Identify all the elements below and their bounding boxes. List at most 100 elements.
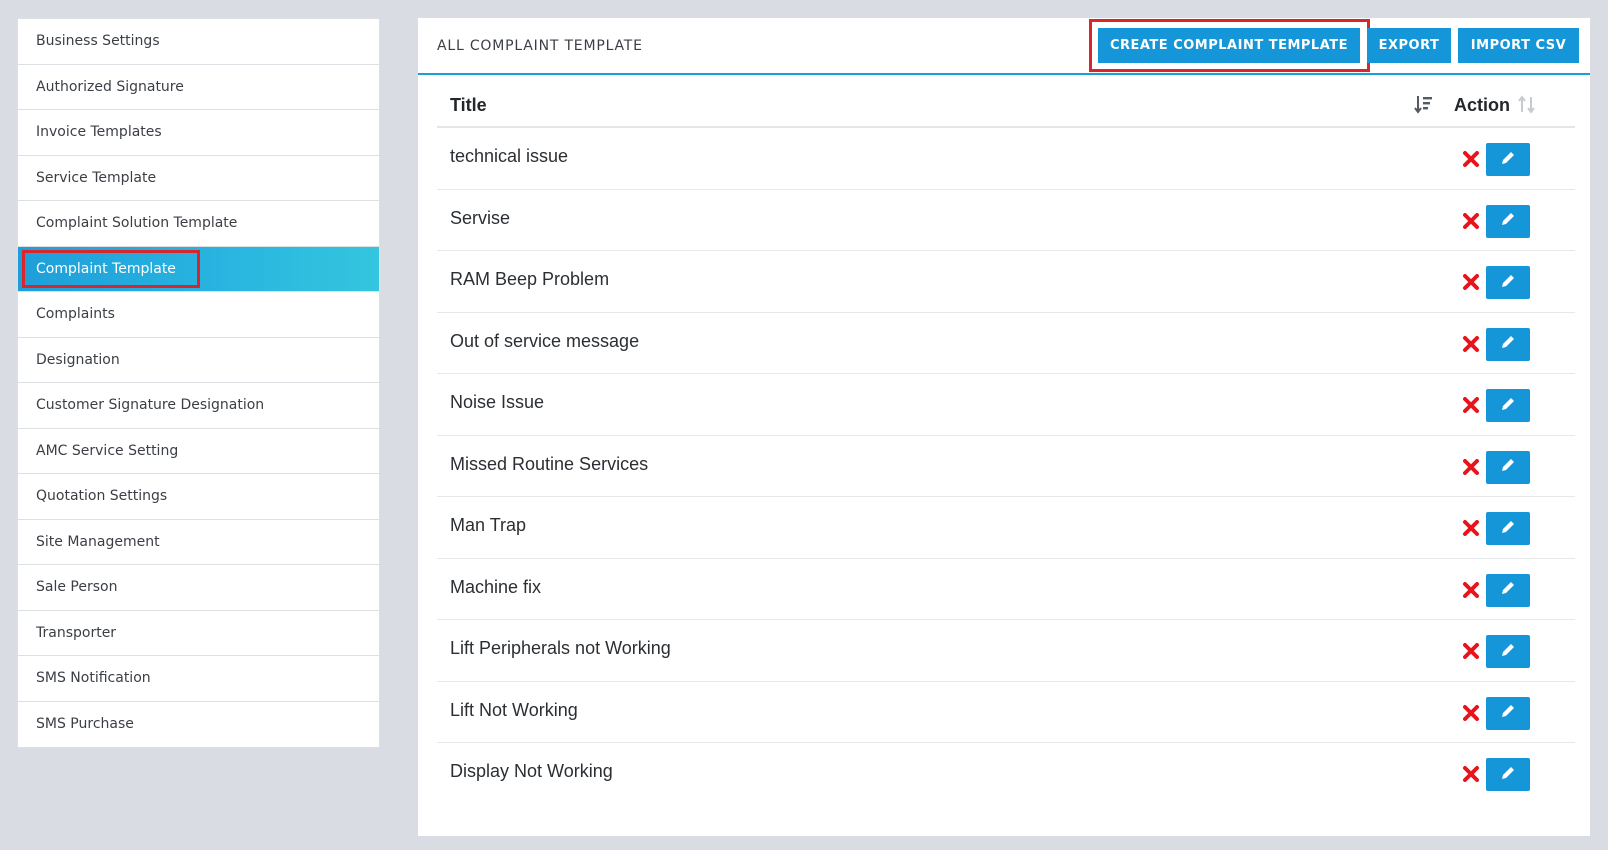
row-title: RAM Beep Problem — [450, 269, 610, 289]
delete-x-icon[interactable] — [1462, 704, 1480, 722]
row-title: Noise Issue — [450, 392, 545, 412]
sidebar-item-customer-signature-designation[interactable]: Customer Signature Designation — [18, 383, 379, 429]
row-title: Servise — [450, 207, 511, 228]
sidebar-item-transporter[interactable]: Transporter — [18, 610, 379, 656]
sidebar-item-label: Quotation Settings — [36, 488, 168, 505]
delete-x-icon[interactable] — [1462, 396, 1480, 414]
edit-button[interactable] — [1486, 327, 1530, 361]
pencil-icon — [1500, 211, 1516, 231]
pencil-icon — [1500, 150, 1516, 170]
table-row: Servise — [437, 190, 1575, 251]
delete-x-icon[interactable] — [1462, 458, 1480, 476]
panel-header: ALL COMPLAINT TEMPLATE CREATE COMPLAINT … — [418, 18, 1590, 75]
sort-icon[interactable] — [1517, 94, 1537, 116]
sidebar-item-label: Customer Signature Designation — [36, 397, 265, 414]
complaint-template-table: Title Action technical issue Servise RAM… — [437, 82, 1575, 805]
sidebar-item-quotation-settings[interactable]: Quotation Settings — [18, 474, 379, 520]
row-title: Out of service message — [450, 330, 640, 351]
edit-button[interactable] — [1486, 696, 1530, 730]
column-header-action[interactable]: Action — [1454, 95, 1510, 116]
row-title: Machine fix — [450, 576, 542, 597]
edit-button[interactable] — [1486, 143, 1530, 176]
sidebar-item-label: Complaints — [36, 306, 115, 323]
sidebar-item-label: Authorized Signature — [36, 78, 184, 95]
sidebar-item-label: AMC Service Setting — [36, 442, 179, 459]
delete-x-icon[interactable] — [1462, 150, 1480, 168]
row-title: Lift Not Working — [450, 699, 578, 720]
sidebar-item-label: Business Settings — [36, 33, 160, 50]
sidebar-item-complaints[interactable]: Complaints — [18, 292, 379, 338]
sidebar-item-complaint-solution-template[interactable]: Complaint Solution Template — [18, 201, 379, 247]
create-complaint-template-button[interactable]: CREATE COMPLAINT TEMPLATE — [1098, 28, 1360, 63]
sidebar-item-label: Designation — [36, 351, 120, 368]
pencil-icon — [1500, 642, 1516, 662]
sidebar-item-site-management[interactable]: Site Management — [18, 519, 379, 565]
table-row: Display Not Working — [437, 743, 1575, 805]
table-row: Lift Peripherals not Working — [437, 620, 1575, 682]
sidebar-item-label: Transporter — [36, 624, 117, 641]
sidebar-item-label: Invoice Templates — [36, 124, 162, 141]
settings-sidebar: Business Settings Authorized Signature I… — [17, 18, 380, 748]
table-row: Missed Routine Services — [437, 436, 1575, 497]
table-row: Noise Issue — [437, 374, 1575, 436]
edit-button[interactable] — [1486, 389, 1530, 422]
table-row: technical issue — [437, 128, 1575, 190]
table-row: Man Trap — [437, 497, 1575, 559]
edit-button[interactable] — [1486, 512, 1530, 545]
pencil-icon — [1500, 765, 1516, 785]
pencil-icon — [1500, 334, 1516, 354]
table-row: RAM Beep Problem — [437, 251, 1575, 313]
sidebar-item-designation[interactable]: Designation — [18, 337, 379, 383]
pencil-icon — [1500, 273, 1516, 293]
sidebar-item-invoice-templates[interactable]: Invoice Templates — [18, 110, 379, 156]
delete-x-icon[interactable] — [1462, 765, 1480, 783]
sidebar-item-label: Service Template — [36, 169, 157, 186]
row-title: Lift Peripherals not Working — [450, 638, 671, 658]
pencil-icon — [1500, 457, 1516, 477]
edit-button[interactable] — [1486, 635, 1530, 668]
sidebar-item-label: SMS Notification — [36, 670, 151, 687]
sidebar-item-label: Site Management — [36, 533, 160, 550]
pencil-icon — [1500, 703, 1516, 723]
table-header: Title Action — [437, 82, 1575, 128]
edit-button[interactable] — [1486, 266, 1530, 299]
edit-button[interactable] — [1486, 573, 1530, 607]
delete-x-icon[interactable] — [1462, 642, 1480, 660]
sidebar-item-sms-purchase[interactable]: SMS Purchase — [18, 701, 379, 747]
row-title: Display Not Working — [450, 761, 613, 781]
sort-desc-icon[interactable] — [1414, 94, 1434, 116]
delete-x-icon[interactable] — [1462, 335, 1480, 353]
edit-button[interactable] — [1486, 204, 1530, 238]
sidebar-item-label: Complaint Template — [36, 260, 176, 277]
delete-x-icon[interactable] — [1462, 519, 1480, 537]
pencil-icon — [1500, 519, 1516, 539]
sidebar-item-sms-notification[interactable]: SMS Notification — [18, 656, 379, 702]
sidebar-item-business-settings[interactable]: Business Settings — [18, 19, 379, 65]
row-title: Missed Routine Services — [450, 453, 649, 474]
edit-button[interactable] — [1486, 758, 1530, 791]
sidebar-item-sale-person[interactable]: Sale Person — [18, 565, 379, 611]
export-button[interactable]: EXPORT — [1367, 28, 1451, 63]
sidebar-item-authorized-signature[interactable]: Authorized Signature — [18, 64, 379, 110]
sidebar-item-label: SMS Purchase — [36, 716, 134, 733]
table-row: Machine fix — [437, 559, 1575, 620]
pencil-icon — [1500, 580, 1516, 600]
row-title: Man Trap — [450, 515, 527, 535]
delete-x-icon[interactable] — [1462, 212, 1480, 230]
table-row: Out of service message — [437, 313, 1575, 374]
table-row: Lift Not Working — [437, 682, 1575, 743]
sidebar-item-service-template[interactable]: Service Template — [18, 155, 379, 201]
sidebar-item-label: Complaint Solution Template — [36, 215, 238, 232]
pencil-icon — [1500, 396, 1516, 416]
sidebar-item-complaint-template[interactable]: Complaint Template — [18, 246, 379, 292]
complaint-template-panel: ALL COMPLAINT TEMPLATE CREATE COMPLAINT … — [418, 18, 1590, 836]
delete-x-icon[interactable] — [1462, 581, 1480, 599]
row-title: technical issue — [450, 146, 569, 166]
column-header-title[interactable]: Title — [450, 95, 487, 116]
import-csv-button[interactable]: IMPORT CSV — [1458, 28, 1579, 63]
sidebar-item-amc-service-setting[interactable]: AMC Service Setting — [18, 428, 379, 474]
page-title: ALL COMPLAINT TEMPLATE — [437, 38, 643, 54]
sidebar-item-label: Sale Person — [36, 579, 118, 596]
edit-button[interactable] — [1486, 450, 1530, 484]
delete-x-icon[interactable] — [1462, 273, 1480, 291]
